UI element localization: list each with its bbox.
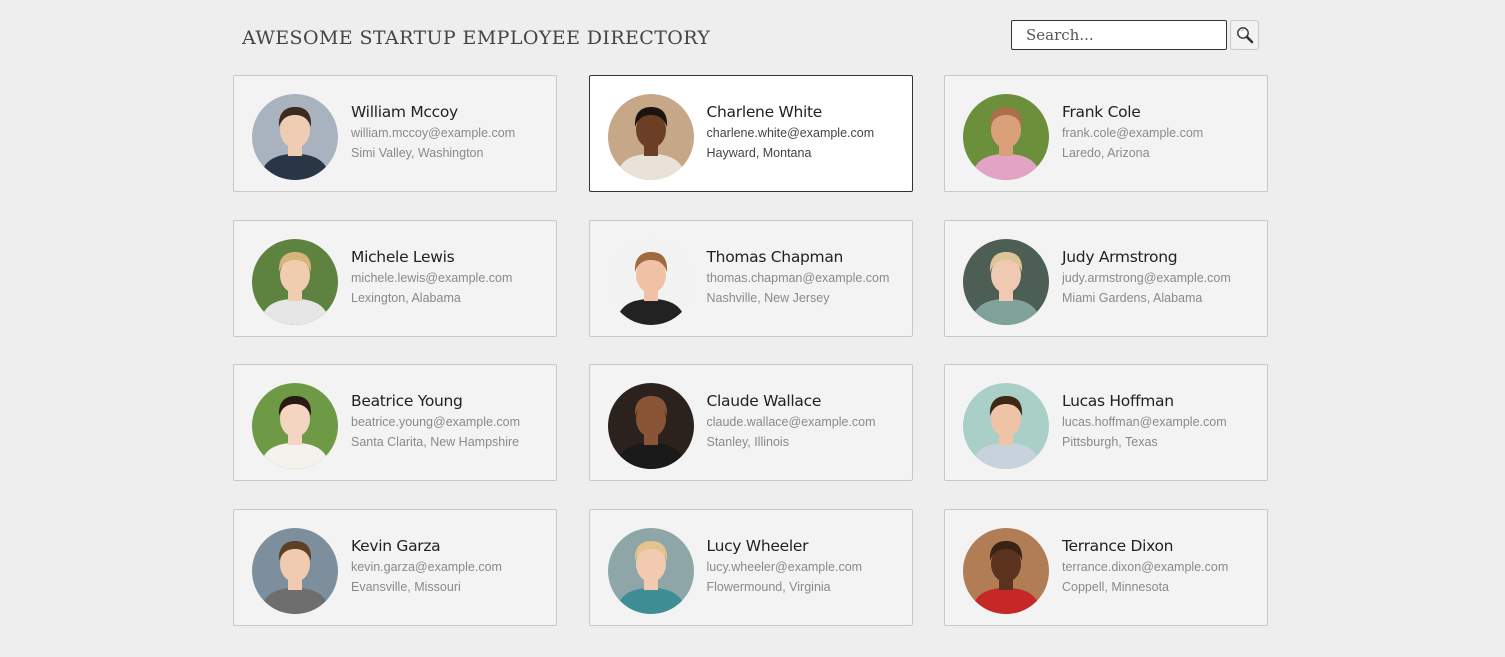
employee-email: william.mccoy@example.com [351, 126, 516, 140]
employee-avatar [607, 94, 694, 180]
employee-avatar [963, 238, 1049, 325]
employee-card[interactable]: Lucas Hoffman lucas.hoffman@example.com Pi… [944, 364, 1268, 481]
employee-location: Laredo, Arizona [1062, 146, 1150, 160]
employee-info: Lucas Hoffman lucas.hoffman@example.com Pi… [1062, 391, 1259, 451]
employee-avatar [252, 527, 338, 614]
employee-location: Miami Gardens, Alabama [1062, 290, 1203, 305]
employee-name: Beatrice Young [351, 392, 463, 410]
employee-name: Claude Wallace [706, 392, 822, 410]
employee-name: Lucy Wheeler [706, 536, 809, 555]
employee-email: charlene.white@example.com [706, 126, 875, 140]
employee-gallery: William Mccoy william.mccoy@example.com Si… [233, 75, 1268, 626]
employee-location: Stanley, Illinois [706, 435, 789, 449]
employee-location: Hayward, Montana [706, 146, 812, 160]
employee-name: Terrance Dixon [1062, 536, 1174, 555]
employee-location: Simi Valley, Washington [351, 146, 484, 160]
employee-name: Charlene White [706, 103, 823, 121]
employee-avatar [252, 94, 338, 180]
employee-email: thomas.chapman@example.com [706, 270, 890, 285]
employee-email: terrance.dixon@example.com [1062, 559, 1229, 574]
search-icon [1237, 27, 1254, 44]
employee-info: Beatrice Young beatrice.young@example.com… [351, 391, 548, 451]
employee-email: michele.lewis@example.com [351, 270, 513, 285]
employee-email: lucas.hoffman@example.com [1062, 415, 1227, 429]
employee-name: Judy Armstrong [1062, 247, 1178, 266]
employee-email: kevin.garza@example.com [351, 559, 502, 574]
employee-info: Kevin Garza kevin.garza@example.com Evansv… [351, 536, 548, 596]
employee-name: William Mccoy [351, 103, 458, 121]
employee-name: Kevin Garza [351, 536, 441, 555]
employee-avatar [607, 238, 694, 325]
employee-name: Michele Lewis [351, 247, 455, 266]
employee-email: frank.cole@example.com [1062, 126, 1204, 140]
employee-card[interactable]: Claude Wallace claude.wallace@example.com… [588, 364, 913, 481]
employee-avatar [963, 383, 1049, 469]
employee-avatar [252, 238, 338, 325]
employee-info: Michele Lewis michele.lewis@example.com Le… [351, 247, 548, 307]
employee-email: beatrice.young@example.com [351, 415, 521, 429]
employee-avatar [607, 527, 694, 614]
employee-avatar [252, 383, 338, 469]
employee-info: Terrance Dixon terrance.dixon@example.com… [1062, 536, 1259, 596]
search-input[interactable] [1011, 20, 1227, 50]
employee-location: Nashville, New Jersey [706, 290, 830, 305]
employee-location: Santa Clarita, New Hampshire [351, 435, 520, 449]
employee-email: lucy.wheeler@example.com [706, 559, 863, 574]
employee-info: Charlene White charlene.white@example.com… [707, 102, 904, 162]
employee-avatar [963, 94, 1049, 180]
employee-location: Lexington, Alabama [351, 290, 461, 305]
employee-card[interactable]: Terrance Dixon terrance.dixon@example.com… [944, 508, 1268, 626]
employee-card[interactable]: William Mccoy william.mccoy@example.com Si… [233, 75, 557, 192]
employee-info: Claude Wallace claude.wallace@example.com… [707, 391, 904, 451]
employee-card[interactable]: Charlene White charlene.white@example.com… [588, 75, 913, 192]
employee-avatar [607, 383, 694, 469]
employee-card[interactable]: Frank Cole frank.cole@example.com Laredo, … [944, 75, 1268, 192]
employee-card[interactable]: Kevin Garza kevin.garza@example.com Evansv… [233, 508, 557, 626]
employee-location: Pittsburgh, Texas [1062, 435, 1158, 449]
employee-location: Coppell, Minnesota [1062, 579, 1170, 594]
page-title: AWESOME STARTUP EMPLOYEE DIRECTORY [242, 27, 711, 49]
search-form [1011, 20, 1259, 50]
employee-card[interactable]: Thomas Chapman thomas.chapman@example.com… [588, 219, 913, 337]
employee-info: Lucy Wheeler lucy.wheeler@example.com Flow… [707, 536, 904, 596]
employee-location: Evansville, Missouri [351, 579, 461, 594]
employee-name: Frank Cole [1062, 103, 1141, 121]
employee-info: Thomas Chapman thomas.chapman@example.com… [707, 247, 904, 307]
employee-name: Thomas Chapman [706, 247, 844, 266]
employee-location: Flowermound, Virginia [706, 579, 831, 594]
employee-info: Frank Cole frank.cole@example.com Laredo, … [1062, 102, 1259, 162]
employee-email: judy.armstrong@example.com [1062, 270, 1231, 285]
employee-card[interactable]: Judy Armstrong judy.armstrong@example.com… [944, 219, 1268, 337]
employee-info: Judy Armstrong judy.armstrong@example.com… [1062, 247, 1259, 307]
employee-name: Lucas Hoffman [1062, 392, 1174, 410]
employee-card[interactable]: Beatrice Young beatrice.young@example.com… [233, 364, 557, 481]
employee-email: claude.wallace@example.com [706, 415, 876, 429]
search-button[interactable] [1230, 20, 1259, 50]
employee-card[interactable]: Lucy Wheeler lucy.wheeler@example.com Flow… [588, 508, 913, 626]
employee-avatar [963, 527, 1049, 614]
employee-info: William Mccoy william.mccoy@example.com Si… [351, 102, 548, 162]
employee-card[interactable]: Michele Lewis michele.lewis@example.com Le… [233, 219, 557, 337]
